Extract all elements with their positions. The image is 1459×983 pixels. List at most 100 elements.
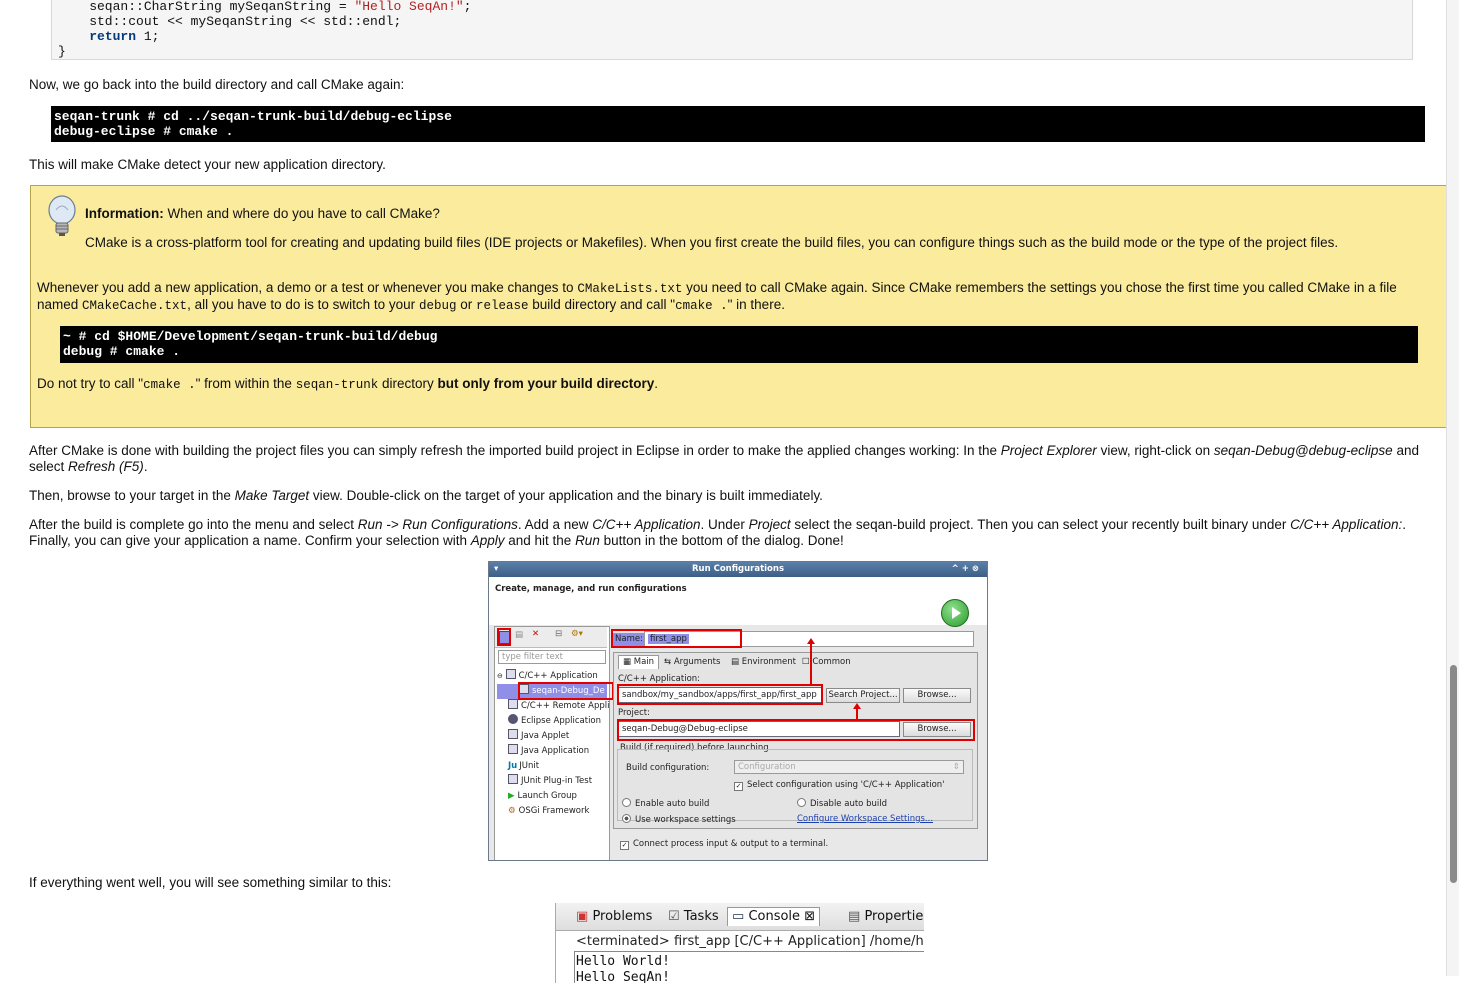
tree-label: Java Applet [521,731,570,741]
console-status-line: <terminated> first_app [C/C++ Applicatio… [576,934,924,949]
page-scrollbar[interactable] [1446,0,1459,976]
tree-label: C/C++ Remote Appli [521,701,610,711]
app-path-highlight [617,684,823,705]
arrow-up-line [810,640,812,686]
chevron-down-icon: ⇕ [952,762,960,772]
collapse-icon: ⊟ [555,629,563,639]
tree-item-launch-group[interactable]: ▶ Launch Group [497,789,607,804]
search-project-button[interactable]: Search Project... [826,688,900,703]
text: . Under [700,517,749,532]
tree-label: Java Application [521,746,590,756]
text: Do not try to call " [37,376,144,391]
build-config-select[interactable]: Configuration ⇕ [734,760,964,774]
info-title-rest: When and where do you have to call CMake… [163,206,440,221]
tab-main[interactable]: ▦ Main [618,655,660,669]
code-line: std::cout << mySeqanString << std::endl; [58,14,402,29]
paragraph-detect: This will make CMake detect your new app… [29,157,386,172]
emphasis: Run -> Run Configurations [357,517,518,532]
paragraph-go-back: Now, we go back into the build directory… [29,77,405,92]
terminal-block-info: ~ # cd $HOME/Development/seqan-trunk-bui… [60,326,1418,363]
console-output: Hello World! Hello SeqAn! [576,954,670,983]
tab-environment[interactable]: ▤ Environment [731,656,796,669]
project-label: Project: [618,708,650,718]
tab-label: Console [748,909,801,924]
tree-label: Eclipse Application [521,716,602,726]
tab-label: Arguments [673,657,721,667]
checkbox-label: Select configuration using 'C/C++ Applic… [747,780,945,790]
console-tabs: ▣ Problems ☑ Tasks ▭ Console ⊠ ▤ Propert… [556,903,924,931]
text: After CMake is done with building the pr… [29,443,1001,458]
tab-label: Environment [741,657,797,667]
tab-tasks[interactable]: ☑ Tasks [668,908,719,926]
build-config-value: Configuration [738,762,796,772]
tree-label: JUnit [519,761,540,771]
info-paragraph-3: Do not try to call "cmake ." from within… [37,376,1422,393]
use-workspace-radio[interactable]: Use workspace settings [622,814,736,825]
emphasis: C/C++ Application [592,517,701,532]
selected-config-highlight [518,682,614,700]
enable-auto-radio[interactable]: Enable auto build [622,798,709,809]
collapse-toggle-icon: ⊖ [497,672,503,680]
disable-auto-radio[interactable]: Disable auto build [797,798,887,809]
code-string: "Hello SeqAn!" [354,0,464,14]
checkbox-checked-icon: ✓ [620,841,629,850]
project-highlight [617,719,975,741]
information-box: Information: When and where do you have … [30,185,1448,428]
tree-item-junit-plugin[interactable]: JUnit Plug-in Test [497,774,607,789]
checkbox-label: Connect process input & output to a term… [633,839,829,849]
configure-workspace-link[interactable]: Configure Workspace Settings... [797,814,933,824]
text: or [456,297,476,312]
tree-item-c-remote[interactable]: C/C++ Remote Appli [497,699,610,714]
arrow-up-icon [853,703,861,709]
browse-app-button[interactable]: Browse... [903,688,971,703]
tree-label: OSGi Framework [518,806,590,816]
tree-toolbar: ▤ ✕ ⊟ ⚙▾ [495,627,607,648]
tab-console[interactable]: ▭ Console ⊠ [727,907,821,926]
tree-item-osgi[interactable]: ⚙ OSGi Framework [497,804,607,819]
code-text: 1; [136,29,160,44]
tab-arguments[interactable]: ⇆ Arguments [664,656,720,669]
window-controls-icon: ^+⊗ [951,564,982,574]
tree-item-eclipse-app[interactable]: Eclipse Application [497,714,607,729]
filter-input[interactable]: type filter text [498,650,606,664]
text: button in the bottom of the dialog. Done… [599,533,844,548]
tree-item-java-applet[interactable]: Java Applet [497,729,607,744]
name-highlight [611,629,742,648]
tree-item-java-app[interactable]: Java Application [497,744,607,759]
close-icon[interactable]: ⊠ [804,909,815,924]
emphasis: Project Explorer [1000,443,1097,458]
radio-selected-icon [622,814,631,823]
connect-terminal-checkbox[interactable]: ✓ Connect process input & output to a ter… [620,839,828,850]
text: view. Double-click on the target of your… [309,488,823,503]
text: , all you have to do is to switch to you… [187,297,419,312]
text: . [143,459,148,474]
text: After the build is complete go into the … [29,517,358,532]
tab-properties[interactable]: ▤ Properties [848,908,924,926]
window-menu-icon: ▾ [494,564,499,574]
emphasis: Refresh (F5) [68,459,144,474]
run-icon [941,599,969,627]
console-icon: ▭ [732,909,745,924]
emphasis: Apply [470,533,505,548]
build-config-label: Build configuration: [626,763,710,773]
emphasis: Make Target [234,488,310,503]
java-applet-icon [508,729,518,739]
tab-folder: ▦ Main ⇆ Arguments ▤ Environment ☐ Commo… [613,652,978,829]
select-config-checkbox[interactable]: ✓ Select configuration using 'C/C++ Appli… [734,780,945,791]
info-title-line: Information: When and where do you have … [85,206,1459,222]
tree-label: Launch Group [517,791,577,801]
config-tree-panel: ▤ ✕ ⊟ ⚙▾ type filter text ⊖ C/C++ Applic… [494,626,614,860]
code-text: ; [463,0,472,14]
text: build directory and call " [528,297,676,312]
tab-problems[interactable]: ▣ Problems [576,908,652,926]
paragraph-browse: Then, browse to your target in the Make … [29,488,1429,504]
new-config-highlight [497,628,511,646]
run-configurations-screenshot: ▾ Run Configurations ^+⊗ Create, manage,… [488,561,988,861]
paragraph-after-cmake: After CMake is done with building the pr… [29,443,1429,475]
code-block-main: seqan::CharString mySeqanString = "Hello… [51,0,1413,60]
tab-label: Properties [864,909,924,924]
text: view, right-click on [1096,443,1214,458]
scrollbar-thumb[interactable] [1450,665,1457,883]
tree-item-junit[interactable]: Ju JUnit [497,759,607,774]
inline-code: CMakeLists.txt [577,282,683,296]
